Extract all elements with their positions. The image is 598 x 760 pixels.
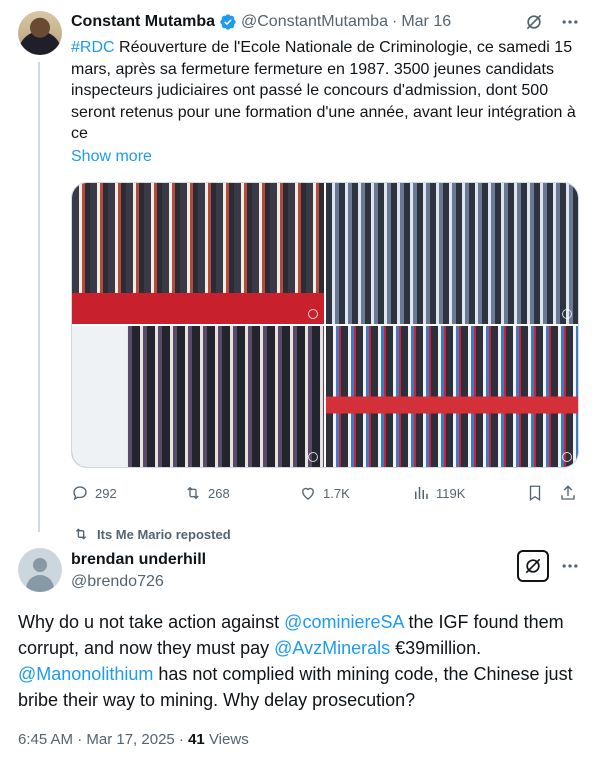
views-label: Views [204,731,249,748]
repost-icon [75,528,87,540]
media-photo-2[interactable] [326,183,578,324]
bookmark-icon [529,485,541,502]
reply-count: 292 [95,485,117,501]
avatar[interactable] [18,11,62,55]
thread-connector-line [38,62,40,532]
grok-button[interactable] [517,550,549,582]
watermark-icon [308,452,318,462]
like-count: 1.7K [323,485,350,501]
user-handle[interactable]: @ConstantMutamba [241,13,388,31]
heart-icon [302,487,314,500]
repost-button[interactable]: 268 [184,484,230,502]
tweet-timestamp[interactable]: 6:45 AM · Mar 17, 2025 · [18,731,188,748]
reply-icon [73,486,87,501]
tweet-meta: 6:45 AM · Mar 17, 2025 · 41 Views [18,731,249,748]
media-grid [71,182,579,468]
grok-icon[interactable] [524,12,544,37]
media-photo-4[interactable] [326,326,578,467]
tweet-body: Why do u not take action against @comini… [18,609,583,713]
tweet-body-text: €39million. [390,638,482,658]
mention-link[interactable]: @cominiereSA [284,612,403,632]
watermark-icon [562,309,572,319]
repost-icon [187,486,199,500]
mention-link[interactable]: @Manonolithium [18,664,153,684]
tweet-date[interactable]: Mar 16 [401,13,451,31]
default-avatar-head [33,558,47,572]
views-count: 41 [188,731,205,748]
views-button[interactable]: 119K [412,484,465,502]
reply-button[interactable]: 292 [71,484,117,502]
tweet-header: Constant Mutamba @ConstantMutamba · Mar … [71,13,451,31]
views-count: 119K [436,485,466,501]
tweet-body-text: Réouverture de l'Ecole Nationale de Crim… [71,39,576,143]
watermark-icon [562,452,572,462]
analytics-icon [415,487,428,499]
more-options-icon[interactable] [560,556,580,581]
repost-count: 268 [208,485,230,501]
share-icon [561,485,575,500]
media-photo-1[interactable] [72,183,324,324]
watermark-icon [308,309,318,319]
share-button[interactable] [559,484,577,502]
mention-link[interactable]: @AvzMinerals [274,638,390,658]
hashtag-link[interactable]: #RDC [71,39,115,56]
display-name[interactable]: brendan underhill [71,551,206,569]
bookmark-button[interactable] [526,484,544,502]
display-name[interactable]: Constant Mutamba [71,13,215,31]
default-avatar-body [26,575,54,592]
user-handle[interactable]: @brendo726 [71,573,164,591]
verified-badge-icon [219,13,237,31]
like-button[interactable]: 1.7K [299,484,350,502]
media-photo-3[interactable] [72,326,324,467]
separator-dot: · [391,13,398,30]
repost-indicator: Its Me Mario reposted [73,526,231,542]
tweet-body: #RDC Réouverture de l'Ecole Nationale de… [71,37,576,145]
avatar[interactable] [18,548,62,592]
repost-label[interactable]: Its Me Mario reposted [97,527,231,542]
tweet-actions-bar: 292 268 1.7K 119K [71,484,579,504]
tweet-header-actions [524,12,580,37]
grok-icon [525,558,541,574]
show-more-link[interactable]: Show more [71,148,152,166]
more-options-icon[interactable] [560,12,580,37]
tweet-body-text: Why do u not take action against [18,612,285,632]
